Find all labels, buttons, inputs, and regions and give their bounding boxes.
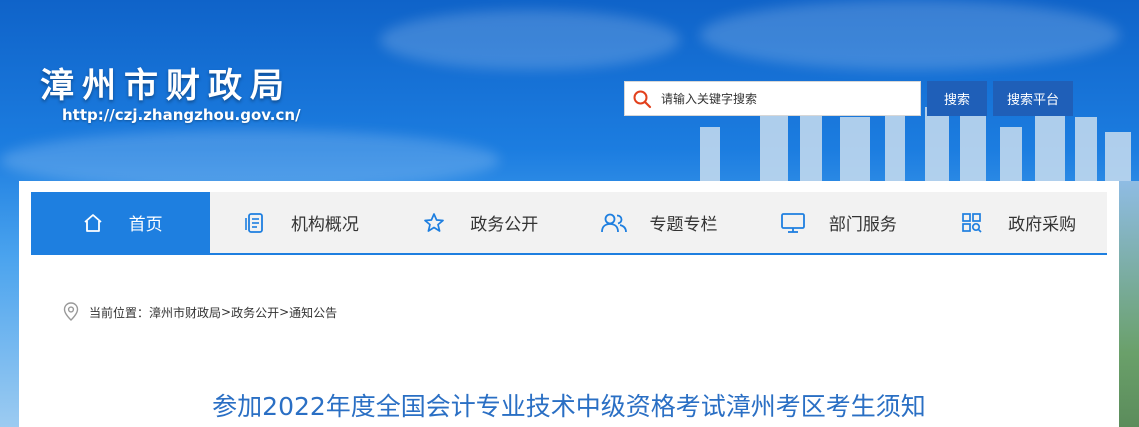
nav-item-department-services[interactable]: 部门服务	[748, 192, 927, 253]
home-icon	[79, 209, 107, 237]
document-icon	[241, 209, 269, 237]
nav-label: 政府采购	[1008, 215, 1077, 235]
star-icon	[420, 209, 448, 237]
nav-item-special-topics[interactable]: 专题专栏	[569, 192, 748, 253]
main-content: 首页 机构概况 政务公开 专题专栏 部门服务 政府采购 当前位置： 漳州市财政局…	[19, 181, 1119, 427]
site-title: 漳州市财政局	[40, 66, 292, 106]
article-title: 参加2022年度全国会计专业技术中级资格考试漳州考区考生须知	[212, 392, 926, 421]
nav-item-home[interactable]: 首页	[31, 192, 211, 253]
users-icon	[600, 209, 628, 237]
nav-label: 部门服务	[828, 215, 897, 235]
search-input[interactable]	[659, 90, 903, 107]
building-decoration	[760, 112, 788, 187]
site-url: http://czj.zhangzhou.gov.cn/	[62, 106, 301, 124]
nav-label: 首页	[128, 215, 163, 235]
nav-label: 政务公开	[470, 215, 539, 235]
building-decoration	[925, 107, 949, 187]
breadcrumb-separator: >	[279, 305, 290, 319]
breadcrumb-link-affairs[interactable]: 政务公开	[231, 304, 279, 321]
nav-item-government-procurement[interactable]: 政府采购	[927, 192, 1106, 253]
monitor-icon	[779, 209, 807, 237]
location-pin-icon	[63, 302, 79, 322]
building-decoration	[700, 127, 720, 187]
background-scenery	[1119, 181, 1139, 427]
grid-search-icon	[958, 209, 986, 237]
building-decoration	[1000, 127, 1022, 187]
building-decoration	[1105, 132, 1131, 187]
search-box	[624, 81, 921, 116]
search-button[interactable]: 搜索	[927, 81, 987, 116]
search-platform-button[interactable]: 搜索平台	[993, 81, 1073, 116]
cloud-decoration	[700, 0, 1120, 70]
breadcrumb-prefix: 当前位置：	[89, 305, 150, 320]
breadcrumb-link-notices[interactable]: 通知公告	[289, 304, 337, 321]
search-icon	[631, 88, 653, 110]
cloud-decoration	[380, 10, 680, 70]
breadcrumb-link-home[interactable]: 漳州市财政局	[149, 304, 221, 321]
nav-label: 机构概况	[290, 215, 359, 235]
building-decoration	[840, 117, 870, 187]
breadcrumb: 当前位置： 漳州市财政局 > 政务公开 > 通知公告	[63, 302, 337, 322]
breadcrumb-separator: >	[221, 305, 232, 319]
main-nav: 首页 机构概况 政务公开 专题专栏 部门服务 政府采购	[31, 192, 1107, 255]
building-decoration	[1075, 117, 1097, 187]
nav-item-government-affairs[interactable]: 政务公开	[390, 192, 569, 253]
nav-item-organization[interactable]: 机构概况	[210, 192, 389, 253]
nav-label: 专题专栏	[649, 215, 718, 235]
